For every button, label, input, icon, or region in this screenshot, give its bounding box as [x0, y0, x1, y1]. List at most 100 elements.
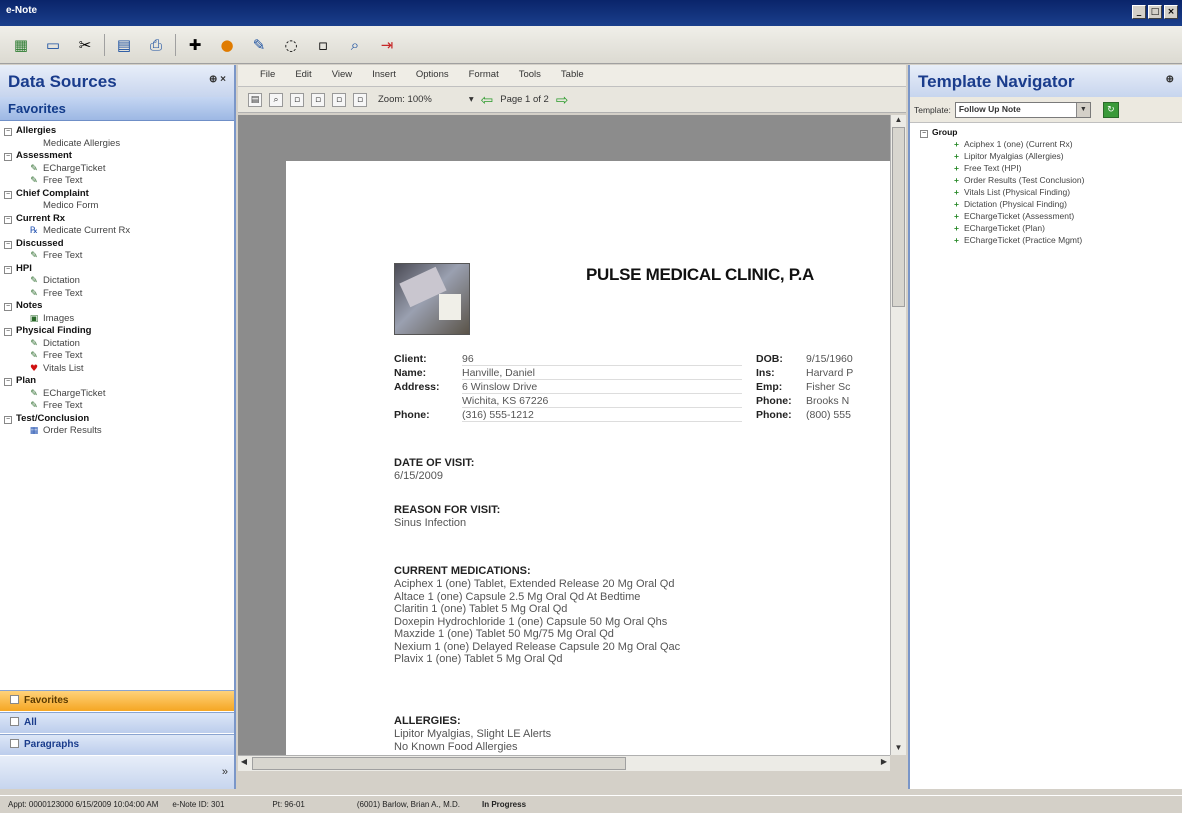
maximize-icon[interactable]: □ — [1148, 5, 1162, 19]
template-nav-item[interactable]: + Free Text (HPI) — [920, 162, 1182, 174]
plus-icon: + — [954, 175, 959, 185]
template-nav-item[interactable]: + EChargeTicket (Practice Mgmt) — [920, 234, 1182, 246]
collapse-icon[interactable]: − — [4, 328, 12, 336]
overflow-chevron-icon[interactable]: » — [222, 766, 228, 778]
favorites-header: Favorites — [0, 97, 234, 121]
zoom-icon[interactable]: ⌕ — [269, 92, 283, 107]
tree-category[interactable]: − Discussed — [4, 238, 234, 251]
print-preview-icon[interactable]: ▤ — [111, 33, 137, 57]
plus-icon[interactable]: ✚ — [182, 33, 208, 57]
pen-icon[interactable]: ✎ — [246, 33, 272, 57]
tools-icon[interactable]: ✂ — [72, 33, 98, 57]
tree-category[interactable]: − Physical Finding — [4, 325, 234, 338]
menu-item-view[interactable]: View — [332, 69, 352, 82]
tree-category[interactable]: − Test/Conclusion — [4, 413, 234, 426]
tree-category[interactable]: − Allergies — [4, 125, 234, 138]
collapse-icon[interactable]: − — [4, 240, 12, 249]
collapse-icon[interactable]: − — [4, 128, 12, 136]
dropdown-icon[interactable]: ▾ — [469, 94, 474, 105]
client-label: Client: — [394, 353, 427, 365]
scroll-up-icon[interactable]: ▲ — [892, 115, 905, 127]
template-nav-item[interactable]: + Vitals List (Physical Finding) — [920, 186, 1182, 198]
tree-category[interactable]: − Plan — [4, 375, 234, 388]
refresh-icon[interactable]: ↻ — [1102, 101, 1119, 118]
menu-item-table[interactable]: Table — [561, 69, 584, 82]
tree-item[interactable]: Medico Form — [4, 200, 234, 213]
tree-item[interactable]: ✎ Free Text — [4, 175, 234, 188]
window-icon[interactable]: ▭ — [40, 33, 66, 57]
tree-item[interactable]: ✎ EChargeTicket — [4, 388, 234, 401]
blank-icon[interactable]: ◌ — [278, 33, 304, 57]
tree-category[interactable]: − HPI — [4, 263, 234, 276]
template-nav-label: EChargeTicket (Plan) — [963, 223, 1045, 233]
tree-item[interactable]: ▣ Images — [4, 313, 234, 326]
template-nav-item[interactable]: + Lipitor Myalgias (Allergies) — [920, 150, 1182, 162]
tree-category[interactable]: − Notes — [4, 300, 234, 313]
minimize-icon[interactable]: _ — [1132, 5, 1146, 19]
collapse-icon[interactable]: − — [4, 378, 12, 386]
tree-category[interactable]: − Chief Complaint — [4, 188, 234, 201]
pin-icon[interactable]: ⊕ × — [209, 74, 226, 85]
zoom-level[interactable]: Zoom: 100% — [378, 94, 432, 105]
collapse-icon[interactable]: − — [4, 265, 12, 274]
collapse-icon[interactable]: − — [4, 303, 12, 311]
grid-icon[interactable]: ▦ — [8, 33, 34, 57]
all-tab[interactable]: All — [0, 712, 234, 733]
tree-item[interactable]: ✎ EChargeTicket — [4, 163, 234, 176]
paste-icon[interactable]: ▫ — [332, 92, 346, 107]
collapse-icon[interactable]: − — [4, 153, 12, 161]
tree-item[interactable]: ✎ Free Text — [4, 288, 234, 301]
template-select[interactable]: Follow Up Note ▼ — [954, 101, 1091, 118]
collapse-icon[interactable]: − — [4, 415, 12, 424]
next-page-icon[interactable]: ⇨ — [556, 91, 569, 109]
tree-item[interactable]: ▦ Order Results — [4, 425, 234, 438]
collapse-icon[interactable]: − — [4, 215, 12, 224]
search-icon[interactable]: ⌕ — [342, 33, 368, 57]
scroll-right-icon[interactable]: ▶ — [878, 757, 890, 770]
menu-item-file[interactable]: File — [260, 69, 275, 82]
undo-icon[interactable]: ▫ — [353, 92, 367, 107]
blank2-icon[interactable]: ▫ — [310, 33, 336, 57]
horizontal-scrollbar[interactable]: ◀ ▶ — [238, 755, 890, 771]
close-icon[interactable]: × — [1164, 5, 1178, 19]
tree-item[interactable]: ✎ Dictation — [4, 275, 234, 288]
save-icon[interactable]: ▤ — [248, 92, 262, 107]
tree-category[interactable]: − Current Rx — [4, 213, 234, 226]
tree-item[interactable]: ♥ Vitals List — [4, 363, 234, 376]
scroll-down-icon[interactable]: ▼ — [892, 743, 905, 755]
favorites-tab[interactable]: Favorites — [0, 690, 234, 711]
menu-item-format[interactable]: Format — [469, 69, 499, 82]
tree-item[interactable]: ✎ Free Text — [4, 400, 234, 413]
scroll-thumb[interactable] — [892, 127, 905, 307]
menu-item-tools[interactable]: Tools — [519, 69, 541, 82]
tree-item[interactable]: ℞ Medicate Current Rx — [4, 225, 234, 238]
menu-item-insert[interactable]: Insert — [372, 69, 396, 82]
template-nav-item[interactable]: + Order Results (Test Conclusion) — [920, 174, 1182, 186]
copy-icon[interactable]: ▫ — [311, 92, 325, 107]
scroll-left-icon[interactable]: ◀ — [238, 757, 250, 770]
group-node[interactable]: − Group — [920, 126, 1182, 138]
tree-item[interactable]: Medicate Allergies — [4, 138, 234, 151]
template-nav-item[interactable]: + Aciphex 1 (one) (Current Rx) — [920, 138, 1182, 150]
tree-item[interactable]: ✎ Free Text — [4, 250, 234, 263]
vertical-scrollbar[interactable]: ▲ ▼ — [890, 115, 906, 755]
menu-item-edit[interactable]: Edit — [295, 69, 311, 82]
settings-icon[interactable]: ● — [214, 33, 240, 57]
document-viewport[interactable]: PULSE MEDICAL CLINIC, P.A Client: 96 DOB… — [238, 115, 890, 755]
collapse-icon[interactable]: − — [920, 130, 928, 138]
pin-icon[interactable]: ⊕ — [1166, 74, 1174, 85]
menu-item-options[interactable]: Options — [416, 69, 449, 82]
tree-item[interactable]: ✎ Dictation — [4, 338, 234, 351]
template-nav-item[interactable]: + EChargeTicket (Assessment) — [920, 210, 1182, 222]
printer-icon[interactable]: ⎙ — [143, 33, 169, 57]
exit-icon[interactable]: ⇥ — [374, 33, 400, 57]
template-nav-item[interactable]: + Dictation (Physical Finding) — [920, 198, 1182, 210]
prev-page-icon[interactable]: ⇦ — [481, 91, 494, 109]
scroll-thumb[interactable] — [252, 757, 626, 770]
tree-category[interactable]: − Assessment — [4, 150, 234, 163]
paragraphs-tab[interactable]: Paragraphs — [0, 734, 234, 755]
collapse-icon[interactable]: − — [4, 190, 12, 199]
cut-icon[interactable]: ▫ — [290, 92, 304, 107]
tree-item[interactable]: ✎ Free Text — [4, 350, 234, 363]
template-nav-item[interactable]: + EChargeTicket (Plan) — [920, 222, 1182, 234]
